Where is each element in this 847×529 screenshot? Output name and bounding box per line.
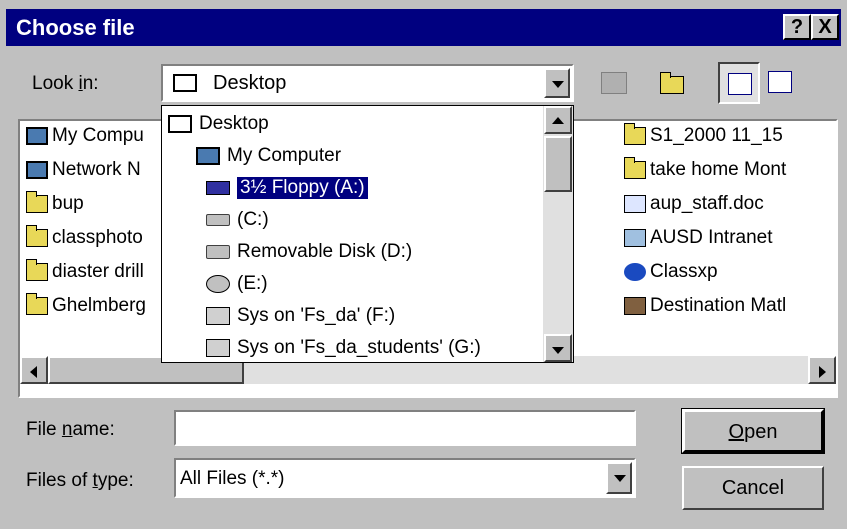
title-bar[interactable]: Choose file ? X — [6, 9, 841, 46]
list-item[interactable]: classphoto — [26, 225, 143, 249]
removable-disk-icon — [206, 245, 230, 259]
look-in-combobox[interactable]: Desktop — [161, 64, 574, 102]
network-drive-icon — [206, 307, 230, 325]
window-title: Choose file — [16, 15, 135, 40]
look-in-dropdown-list[interactable]: Desktop My Computer 3½ Floppy (A:) (C:) … — [161, 105, 574, 363]
right-file-column: S1_2000 11_15 take home Mont aup_staff.d… — [622, 121, 836, 353]
dropdown-item-g-drive[interactable]: Sys on 'Fs_da_students' (G:) — [206, 332, 481, 362]
files-of-type-label: Files of type: — [26, 470, 134, 491]
details-view-button[interactable] — [760, 62, 802, 104]
folder-icon — [26, 293, 48, 315]
scroll-left-button[interactable] — [20, 356, 48, 384]
chevron-down-icon — [614, 475, 626, 482]
list-item[interactable]: Destination Matl — [624, 295, 786, 317]
vertical-scroll-thumb[interactable] — [544, 136, 572, 192]
choose-file-dialog: Choose file ? X Look in: Desktop My Comp… — [0, 0, 847, 529]
desktop-icon — [168, 115, 192, 133]
list-item[interactable]: aup_staff.doc — [624, 193, 764, 215]
dropdown-item-c-drive[interactable]: (C:) — [206, 204, 269, 236]
list-view-icon — [728, 73, 752, 95]
application-icon — [624, 297, 646, 315]
close-icon: X — [818, 16, 832, 38]
help-button[interactable]: ? — [783, 14, 811, 40]
cd-drive-icon — [206, 275, 230, 293]
list-item[interactable]: My Compu — [26, 125, 144, 147]
dropdown-item-desktop[interactable]: Desktop — [168, 108, 269, 140]
chevron-left-icon — [30, 366, 37, 378]
new-folder-icon — [660, 72, 684, 94]
scroll-down-button[interactable] — [544, 334, 572, 362]
close-button[interactable]: X — [811, 14, 839, 40]
list-view-button[interactable] — [718, 62, 760, 104]
chevron-down-icon — [552, 347, 564, 354]
folder-icon — [624, 157, 646, 179]
list-item[interactable]: Classxp — [624, 261, 718, 283]
list-item[interactable]: diaster drill — [26, 259, 144, 283]
file-name-input[interactable] — [174, 410, 636, 446]
up-one-level-button[interactable] — [593, 62, 635, 104]
floppy-icon — [206, 181, 230, 195]
chevron-right-icon — [819, 366, 826, 378]
look-in-value: Desktop — [213, 72, 287, 94]
folder-icon — [26, 259, 48, 281]
network-icon — [26, 161, 48, 179]
look-in-label: Look in: — [32, 73, 99, 94]
dropdown-item-d-drive[interactable]: Removable Disk (D:) — [206, 236, 412, 268]
folder-icon — [624, 123, 646, 145]
desktop-icon — [173, 74, 197, 92]
chevron-up-icon — [552, 117, 564, 124]
word-document-icon — [624, 195, 646, 213]
dropdown-vertical-scrollbar[interactable] — [543, 106, 573, 362]
folder-icon — [26, 191, 48, 213]
scroll-up-button[interactable] — [544, 106, 572, 134]
look-in-dropdown-button[interactable] — [544, 68, 570, 98]
network-drive-icon — [206, 339, 230, 357]
dropdown-item-e-drive[interactable]: (E:) — [206, 268, 268, 300]
shortcut-icon — [624, 229, 646, 247]
list-item[interactable]: Ghelmberg — [26, 293, 146, 317]
frontpage-icon — [624, 263, 646, 281]
new-folder-button[interactable] — [652, 62, 694, 104]
dropdown-item-floppy[interactable]: 3½ Floppy (A:) — [206, 172, 368, 204]
list-item[interactable]: S1_2000 11_15 — [624, 123, 783, 147]
list-item[interactable]: AUSD Intranet — [624, 227, 773, 249]
list-item[interactable]: bup — [26, 191, 84, 215]
chevron-down-icon — [552, 81, 564, 88]
files-of-type-dropdown-button[interactable] — [606, 462, 632, 494]
scroll-right-button[interactable] — [808, 356, 836, 384]
dropdown-item-f-drive[interactable]: Sys on 'Fs_da' (F:) — [206, 300, 395, 332]
cancel-button[interactable]: Cancel — [682, 466, 824, 510]
up-one-level-icon — [601, 72, 627, 94]
files-of-type-value: All Files (*.*) — [180, 468, 285, 489]
files-of-type-combobox[interactable]: All Files (*.*) — [174, 458, 636, 498]
folder-icon — [26, 225, 48, 247]
dropdown-item-my-computer[interactable]: My Computer — [196, 140, 341, 172]
details-view-icon — [768, 71, 792, 93]
computer-icon — [26, 127, 48, 145]
list-item[interactable]: Network N — [26, 159, 141, 181]
computer-icon — [196, 147, 220, 165]
open-button[interactable]: Open — [681, 408, 825, 454]
help-icon: ? — [790, 16, 804, 38]
file-name-label: File name: — [26, 419, 115, 440]
hard-drive-icon — [206, 214, 230, 226]
list-item[interactable]: take home Mont — [624, 157, 786, 181]
